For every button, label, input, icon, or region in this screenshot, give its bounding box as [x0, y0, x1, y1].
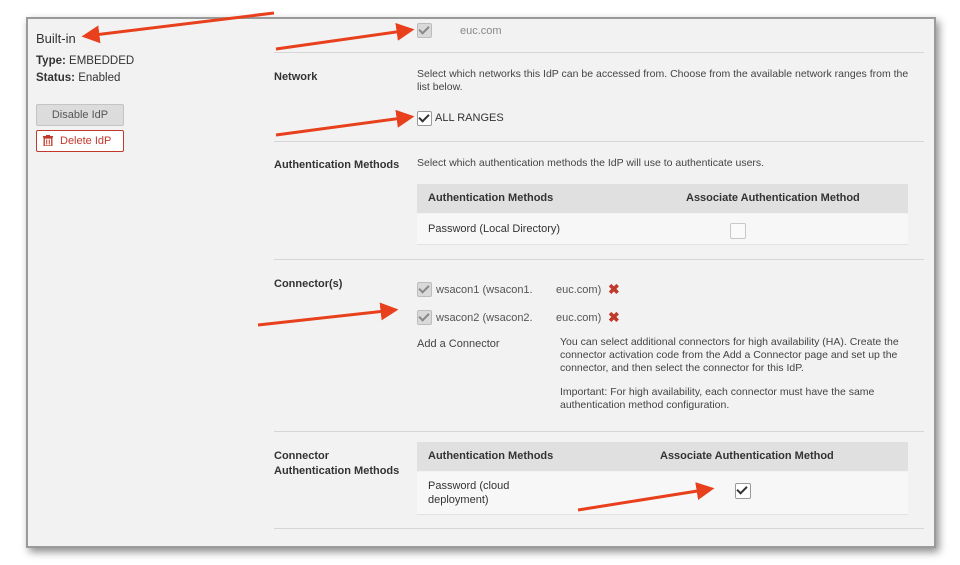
idp-status: Status: Enabled [36, 72, 120, 84]
all-ranges-label: ALL RANGES [435, 112, 504, 124]
user-domain-checkbox[interactable] [417, 23, 432, 38]
auth-methods-description: Select which authentication methods the … [417, 157, 765, 169]
auth-col-associate: Associate Authentication Method [686, 192, 860, 204]
connector-auth-col-methods: Authentication Methods [428, 450, 554, 462]
all-ranges-checkbox[interactable] [417, 111, 432, 126]
delete-idp-button[interactable]: Delete IdP [36, 130, 124, 152]
divider [274, 141, 924, 142]
connector-auth-table-header: Authentication Methods Associate Authent… [417, 442, 908, 471]
trash-icon [43, 135, 53, 146]
associate-cloud-password-checkbox[interactable] [735, 483, 751, 499]
idp-title: Built-in [36, 31, 76, 46]
delete-idp-label: Delete IdP [60, 135, 112, 147]
add-connector-link[interactable]: Add a Connector [417, 338, 500, 350]
auth-method-name: Password (Local Directory) [428, 223, 561, 235]
connector1-name-b: euc.com) [556, 284, 602, 296]
user-domain-text: euc.com [460, 25, 502, 37]
connector-auth-label: Connector Authentication Methods [274, 450, 400, 477]
connector1-checkbox[interactable] [417, 282, 432, 297]
type-value: EMBEDDED [69, 55, 135, 67]
disable-idp-button[interactable]: Disable IdP [36, 104, 124, 126]
type-label: Type: [36, 55, 66, 67]
remove-connector1-icon[interactable]: ✖ [608, 282, 620, 296]
status-label: Status: [36, 72, 75, 84]
table-row: Password (Local Directory) [417, 214, 908, 245]
auth-methods-label: Authentication Methods [274, 159, 400, 171]
connectors-label: Connector(s) [274, 278, 343, 290]
auth-col-methods: Authentication Methods [428, 192, 554, 204]
auth-methods-table-header: Authentication Methods Associate Authent… [417, 184, 908, 213]
connector-auth-method-name: Password (cloud deployment) [428, 480, 510, 506]
connector1-name-a: wsacon1 (wsacon1. [436, 284, 533, 296]
idp-config-form: euc.com Network Select which networks th… [274, 19, 924, 546]
idp-summary-panel: Built-in Type: EMBEDDED Status: Enabled … [28, 19, 254, 546]
connector-help-text: You can select additional connectors for… [560, 336, 899, 374]
network-description: Select which networks this IdP can be ac… [417, 68, 909, 93]
status-value: Enabled [78, 72, 121, 84]
connector2-name-a: wsacon2 (wsacon2. [436, 312, 533, 324]
remove-connector2-icon[interactable]: ✖ [608, 310, 620, 324]
divider [274, 431, 924, 432]
connector2-name-b: euc.com) [556, 312, 602, 324]
connector-auth-col-associate: Associate Authentication Method [660, 450, 834, 462]
network-label: Network [274, 71, 318, 83]
table-row: Password (cloud deployment) [417, 472, 908, 515]
idp-settings-window: Built-in Type: EMBEDDED Status: Enabled … [26, 17, 936, 548]
associate-local-directory-checkbox[interactable] [730, 223, 746, 239]
idp-type: Type: EMBEDDED [36, 55, 134, 67]
connector-important-text: Important: For high availability, each c… [560, 386, 875, 411]
divider [274, 52, 924, 53]
divider [274, 528, 924, 529]
connector2-checkbox[interactable] [417, 310, 432, 325]
divider [274, 259, 924, 260]
